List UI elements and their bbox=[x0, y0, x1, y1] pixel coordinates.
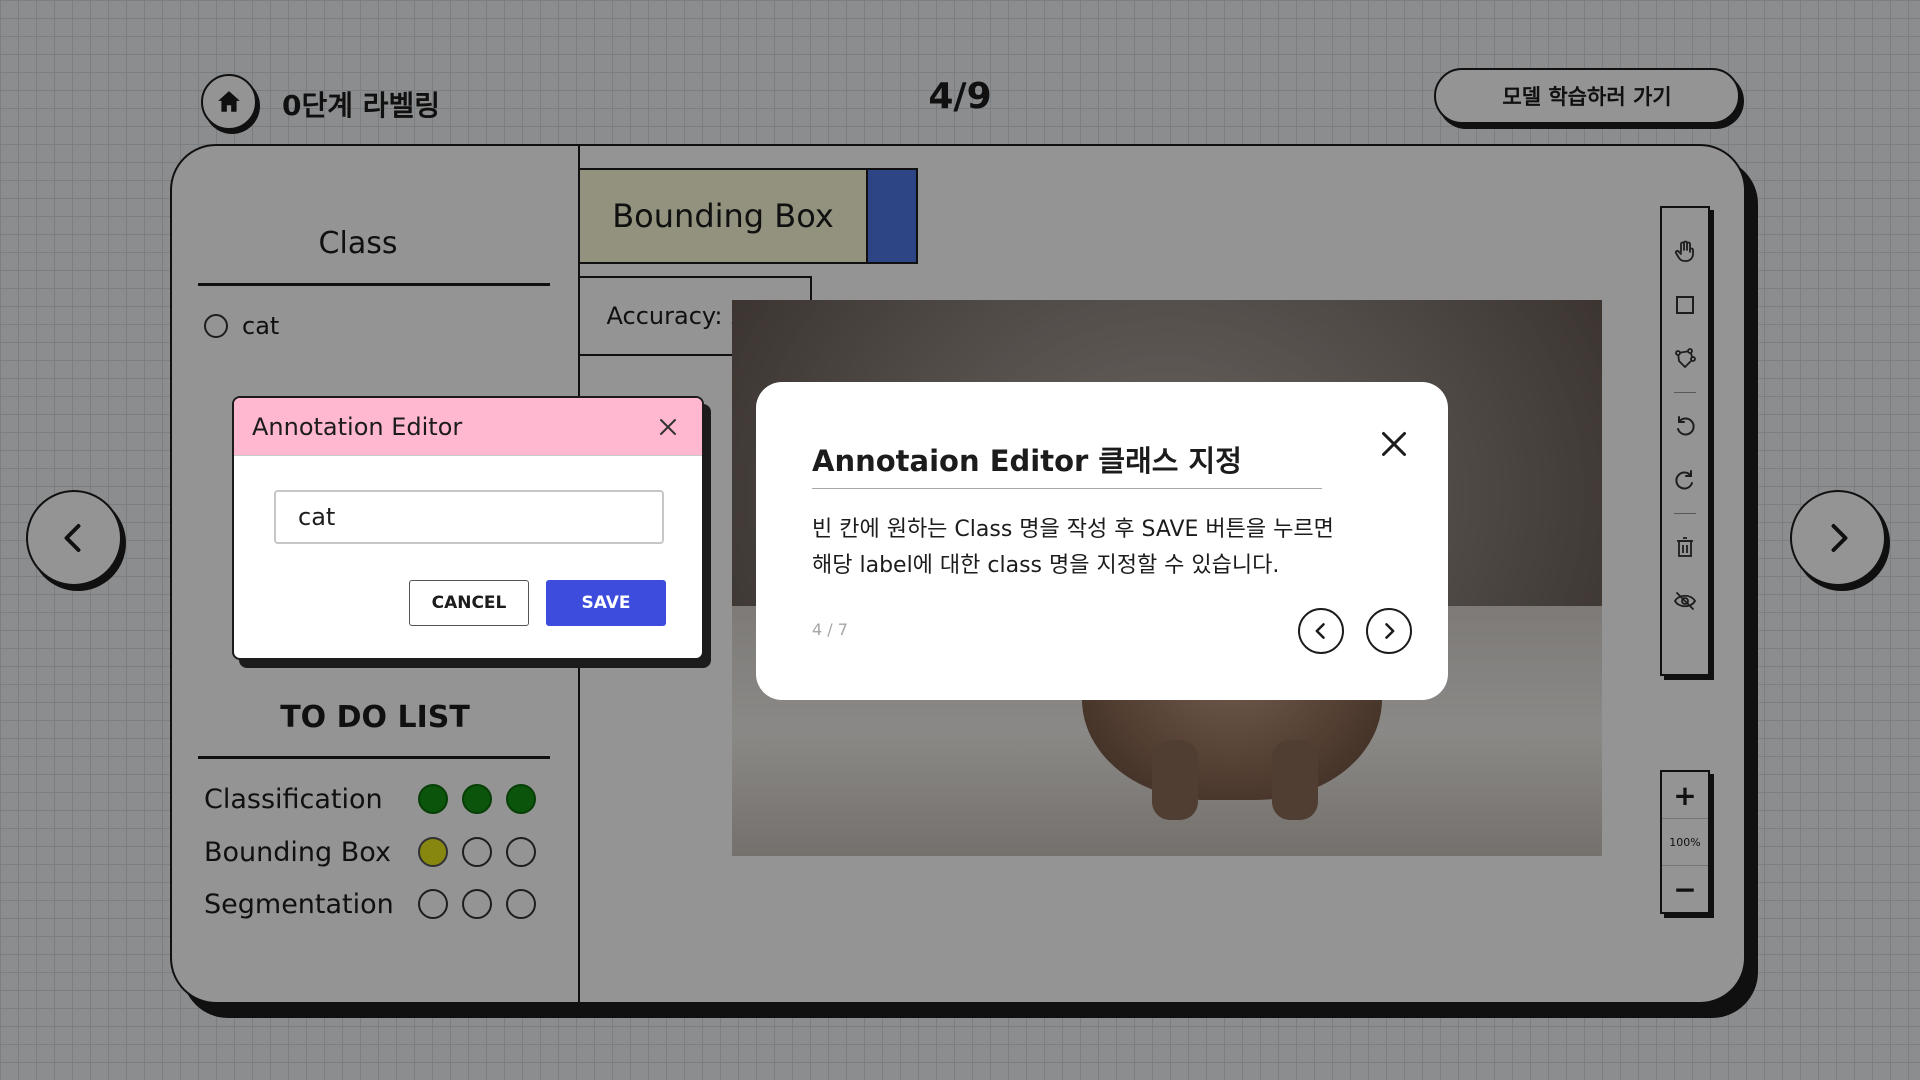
class-name-input[interactable] bbox=[274, 490, 664, 544]
tutorial-divider bbox=[812, 488, 1322, 489]
chevron-left-icon bbox=[1315, 623, 1325, 639]
cancel-button[interactable]: CANCEL bbox=[409, 580, 529, 626]
annotation-editor-close-button[interactable] bbox=[654, 413, 682, 441]
tutorial-close-button[interactable] bbox=[1374, 424, 1414, 464]
tutorial-prev-button[interactable] bbox=[1298, 608, 1344, 654]
annotation-editor-header: Annotation Editor bbox=[234, 398, 702, 456]
tutorial-title: Annotaion Editor 클래스 지정 bbox=[812, 444, 1242, 478]
tutorial-next-button[interactable] bbox=[1366, 608, 1412, 654]
close-icon bbox=[1382, 432, 1406, 456]
close-icon bbox=[660, 418, 676, 435]
tutorial-text-line: 빈 칸에 원하는 Class 명을 작성 후 SAVE 버튼을 누르면 bbox=[812, 517, 1334, 542]
tutorial-popup: Annotaion Editor 클래스 지정 빈 칸에 원하는 Class 명… bbox=[756, 382, 1448, 700]
tutorial-step-indicator: 4 / 7 bbox=[812, 620, 848, 639]
tutorial-body: 빈 칸에 원하는 Class 명을 작성 후 SAVE 버튼을 누르면 해당 l… bbox=[812, 512, 1372, 584]
annotation-editor-title: Annotation Editor bbox=[252, 412, 463, 441]
save-button[interactable]: SAVE bbox=[546, 580, 666, 626]
tutorial-text-line: 해당 label에 대한 class 명을 지정할 수 있습니다. bbox=[812, 553, 1280, 578]
annotation-editor-dialog: Annotation Editor CANCEL SAVE bbox=[232, 396, 704, 660]
chevron-right-icon bbox=[1385, 623, 1395, 639]
